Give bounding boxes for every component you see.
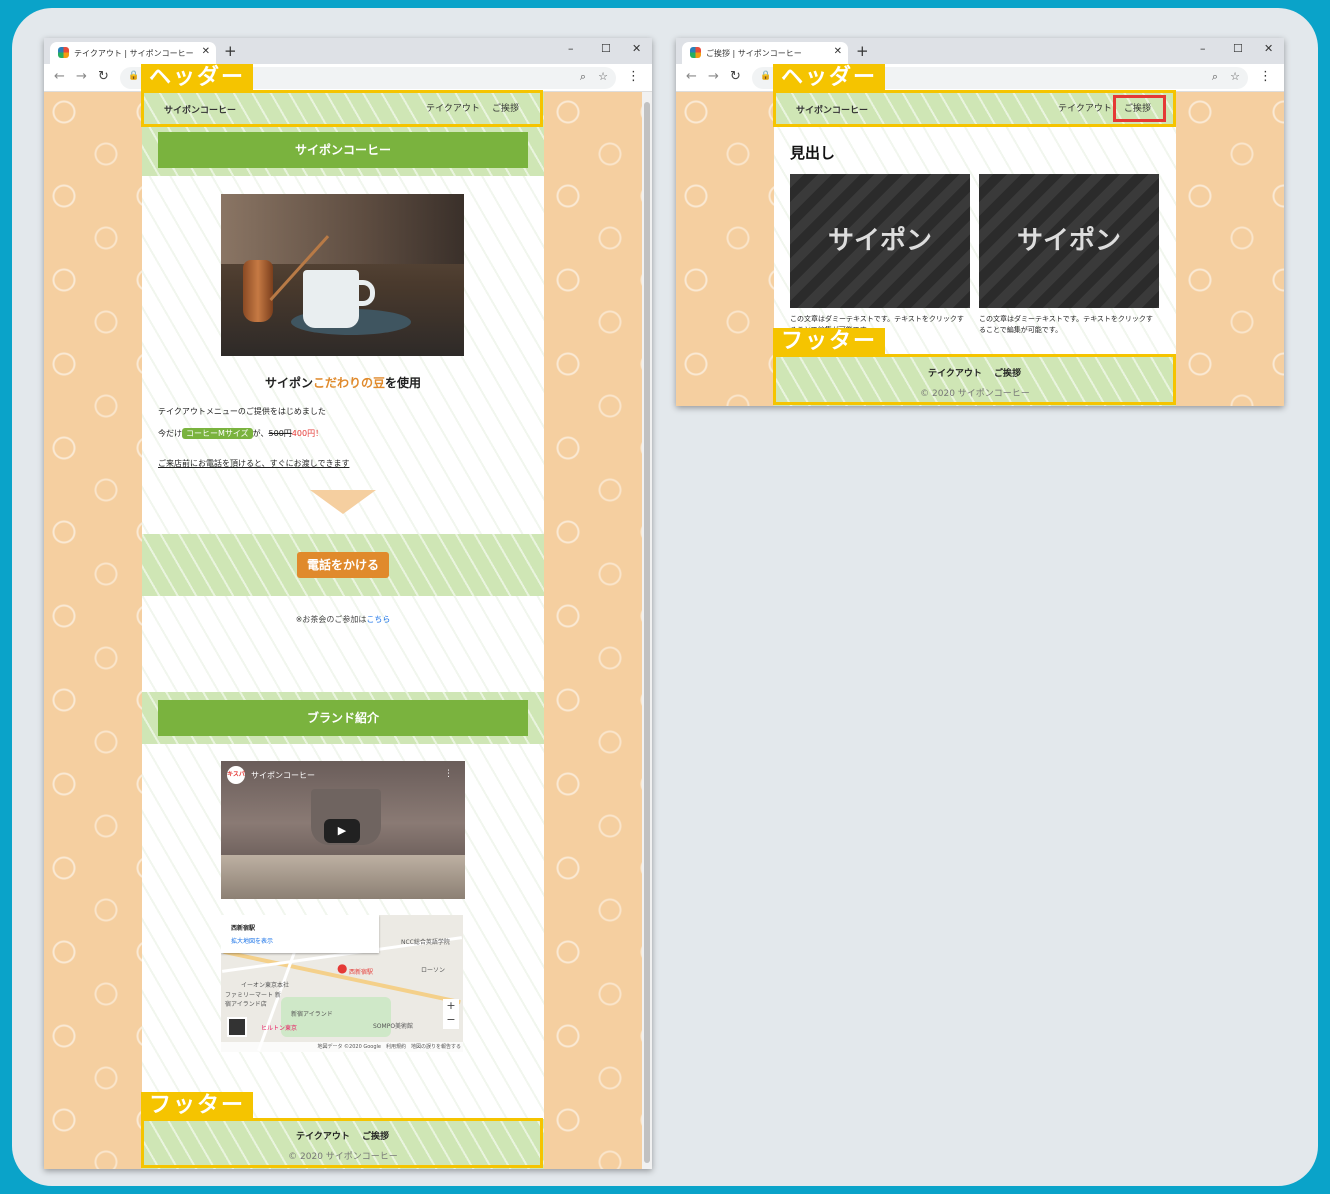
minimize-icon[interactable]: – (568, 42, 574, 55)
promo-prefix: 今だけ (158, 429, 182, 438)
tab-strip: ご挨拶 | サイポンコーヒー ✕ + – ☐ ✕ (676, 38, 1284, 64)
map-label-sompo: SOMPO美術館 (373, 1023, 414, 1030)
intro-line: テイクアウトメニューのご提供をはじめました (158, 407, 326, 416)
video-embed[interactable]: キスパ サイポンコーヒー ⋮ ▶ (221, 761, 465, 899)
title-bar: サイポンコーヒー (158, 132, 528, 168)
tea-link[interactable]: こちら (366, 615, 390, 624)
map-label-island: 新宿アイランド (291, 1011, 333, 1018)
zoom-icon[interactable]: ⌕ (1212, 70, 1218, 84)
back-icon[interactable]: ← (686, 69, 697, 84)
active-nav-highlight (1113, 95, 1166, 122)
tea-note-text: ※お茶会のご参加は (295, 615, 367, 624)
footer-highlight-box (141, 1118, 543, 1168)
footer-highlight-box (773, 354, 1176, 405)
map-label-aeon: イーオン東京本社 (241, 982, 290, 989)
footer-highlight-label: フッター (141, 1092, 254, 1120)
close-tab-icon[interactable]: ✕ (834, 46, 842, 57)
browser-toolbar: ← → ↻ 🔒 ⌕ ☆ ⋮ (44, 64, 652, 92)
play-icon[interactable]: ▶ (324, 819, 360, 843)
zoom-icon[interactable]: ⌕ (580, 70, 586, 84)
zoom-in-icon[interactable]: + (443, 999, 459, 1013)
pickup-note: ご来店前にお電話を頂けると、すぐにお渡しできます (158, 459, 350, 468)
page-content: サイポンコーヒー テイクアウト ご挨拶 サイポンコーヒー サイポンこだわりの豆を… (142, 92, 544, 1169)
new-tab-icon[interactable]: + (224, 42, 237, 60)
white-cup (303, 270, 359, 328)
lock-icon: 🔒 (760, 71, 772, 81)
headline-suffix: を使用 (385, 376, 422, 390)
zoom-out-icon[interactable]: − (443, 1013, 459, 1027)
map-place: 西新宿駅 (231, 925, 256, 932)
map-label-ncc: NCC総合英語学院 (401, 939, 450, 946)
bookmark-star-icon[interactable]: ☆ (1230, 70, 1240, 83)
bookmark-star-icon[interactable]: ☆ (598, 70, 608, 83)
card-text-2: この文章はダミーテキストです。テキストをクリックすることで編集が可能です。 (979, 315, 1153, 334)
channel-avatar[interactable]: キスパ (227, 766, 245, 784)
reload-icon[interactable]: ↻ (730, 69, 741, 84)
back-icon[interactable]: ← (54, 69, 65, 84)
tab-takeout[interactable]: テイクアウト | サイポンコーヒー ✕ (50, 42, 216, 64)
video-title[interactable]: サイポンコーヒー (251, 770, 315, 781)
map-pin-icon[interactable]: ● (337, 961, 347, 975)
cup-handle (355, 280, 375, 306)
copper-pot (243, 260, 273, 322)
headline: サイポンこだわりの豆を使用 (142, 374, 544, 391)
size-badge: コーヒーMサイズ (182, 428, 253, 439)
menu-icon[interactable]: ⋮ (1259, 69, 1272, 84)
map-label-hilton: ヒルトン東京 (261, 1025, 298, 1032)
tab-greeting[interactable]: ご挨拶 | サイポンコーヒー ✕ (682, 42, 848, 64)
promo-line: 今だけ コーヒーMサイズ が、500円400円！ (158, 426, 323, 442)
tab-title: ご挨拶 | サイポンコーヒー (706, 49, 802, 58)
card-image-1: サイポン (790, 174, 970, 308)
tab-strip: テイクアウト | サイポンコーヒー ✕ + – ☐ ✕ (44, 38, 652, 64)
favicon-icon (690, 47, 701, 58)
maximize-icon[interactable]: ☐ (601, 42, 611, 55)
map-info-card: 西新宿駅 拡大地図を表示 (221, 915, 379, 953)
card-image-2: サイポン (979, 174, 1159, 308)
map-footer: 地図データ ©2020 Google 利用規約 地図の誤りを報告する (221, 1042, 463, 1052)
menu-icon[interactable]: ⋮ (627, 69, 640, 84)
maximize-icon[interactable]: ☐ (1233, 42, 1243, 55)
browser-toolbar: ← → ↻ 🔒 ⌕ ☆ ⋮ (676, 64, 1284, 92)
close-window-icon[interactable]: ✕ (632, 42, 641, 55)
scrollbar-thumb[interactable] (644, 102, 650, 1163)
footer-highlight-label: フッター (773, 328, 886, 356)
brand-bar: ブランド紹介 (158, 700, 528, 736)
coffee-photo (221, 194, 464, 356)
old-price: 500円 (268, 429, 292, 438)
map-label-familymart: ファミリーマート 新宿アイランド店 (225, 992, 281, 1008)
browser-window-takeout: テイクアウト | サイポンコーヒー ✕ + – ☐ ✕ ← → ↻ 🔒 ⌕ ☆ … (44, 38, 652, 1169)
map-embed[interactable]: 西新宿駅 拡大地図を表示 NCC総合英語学院 イーオン東京本社 ファミリーマート… (221, 915, 463, 1052)
page-viewport: サイポンコーヒー テイクアウト ご挨拶 サイポンコーヒー サイポンこだわりの豆を… (44, 92, 652, 1169)
tab-title: テイクアウト | サイポンコーヒー (74, 49, 194, 58)
new-price: 400円！ (291, 429, 324, 438)
down-arrow-icon (310, 490, 376, 514)
section-heading: 見出し (790, 144, 836, 162)
scrollbar[interactable] (642, 92, 652, 1169)
header-highlight-box (141, 90, 543, 127)
minimize-icon[interactable]: – (1200, 42, 1206, 55)
promo-mid: が、 (252, 429, 269, 438)
map-zoom-controls: + − (443, 999, 459, 1029)
map-label-lawson: ローソン (421, 967, 446, 974)
lock-icon: 🔒 (128, 71, 140, 81)
video-menu-icon[interactable]: ⋮ (444, 769, 453, 779)
tea-note: ※お茶会のご参加はこちら (142, 614, 544, 625)
forward-icon[interactable]: → (708, 69, 719, 84)
close-tab-icon[interactable]: ✕ (202, 46, 210, 57)
map-satellite-toggle[interactable] (227, 1017, 247, 1037)
call-button[interactable]: 電話をかける (297, 552, 389, 578)
headline-prefix: サイポン (264, 376, 313, 390)
header-highlight-label: ヘッダー (773, 64, 886, 92)
favicon-icon (58, 47, 69, 58)
header-highlight-label: ヘッダー (141, 64, 254, 92)
new-tab-icon[interactable]: + (856, 42, 869, 60)
map-pin-label: 西新宿駅 (349, 969, 374, 976)
map-enlarge-link[interactable]: 拡大地図を表示 (231, 936, 273, 945)
forward-icon[interactable]: → (76, 69, 87, 84)
close-window-icon[interactable]: ✕ (1264, 42, 1273, 55)
headline-accent: こだわりの豆 (312, 376, 385, 390)
reload-icon[interactable]: ↻ (98, 69, 109, 84)
